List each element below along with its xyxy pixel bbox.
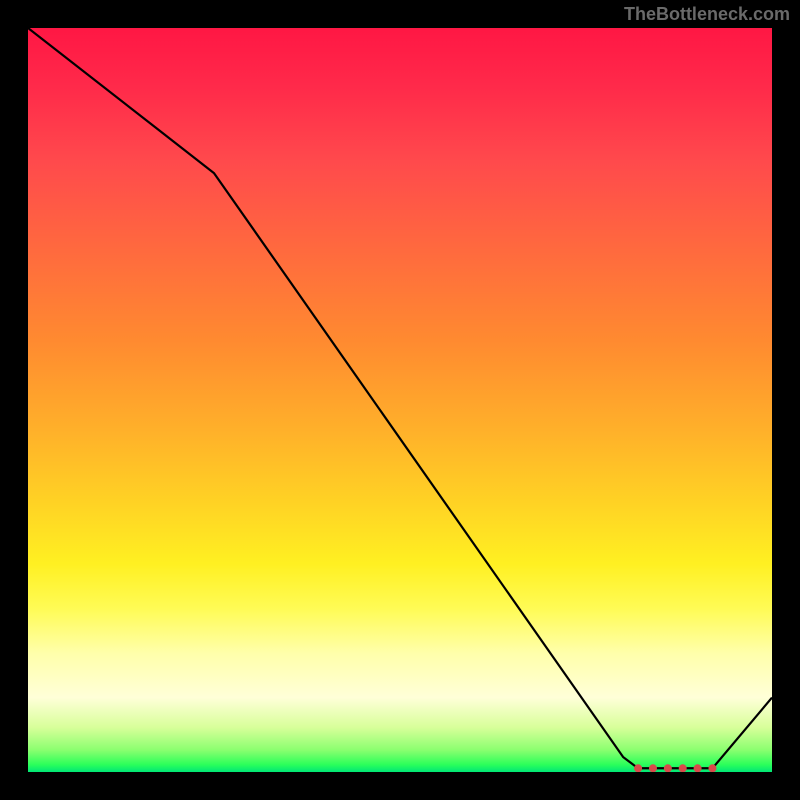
chart-marker: [664, 764, 672, 772]
attribution-text: TheBottleneck.com: [624, 4, 790, 25]
chart-marker: [634, 764, 642, 772]
chart-line: [28, 28, 772, 768]
chart-svg: [28, 28, 772, 772]
chart-marker: [679, 764, 687, 772]
chart-marker: [708, 764, 716, 772]
chart-marker: [694, 764, 702, 772]
chart-plot-area: [28, 28, 772, 772]
chart-marker: [649, 764, 657, 772]
